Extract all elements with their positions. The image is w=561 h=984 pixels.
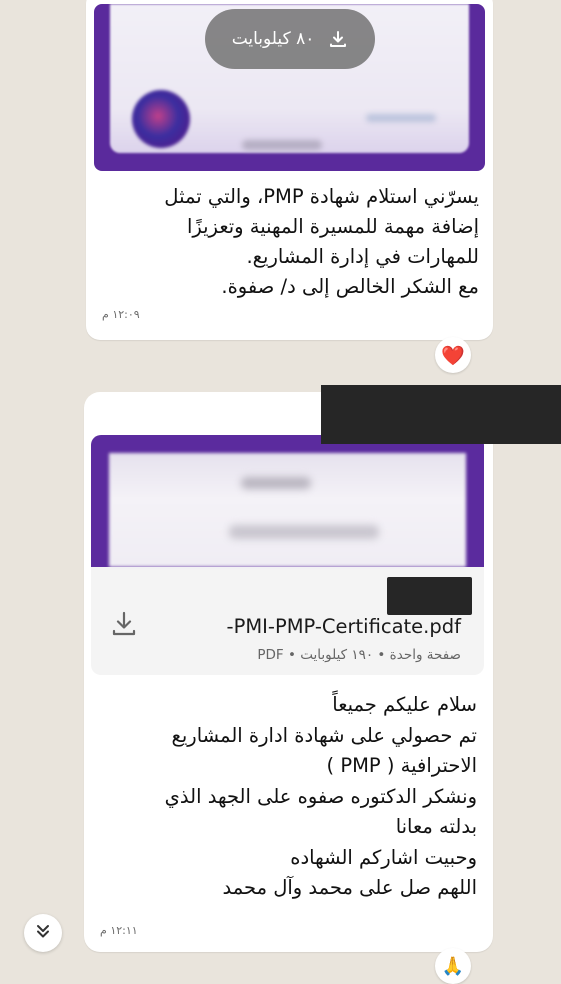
scroll-to-bottom-button[interactable] [24, 914, 62, 952]
document-file-name: -PMI-PMP-Certificate.pdf [226, 615, 461, 638]
message-line: للمهارات في إدارة المشاريع. [246, 245, 479, 268]
message-line: تم حصولي على شهادة ادارة المشاريع [171, 723, 478, 747]
document-meta: صفحة واحدة • ١٩٠ كيلوبايت • PDF [257, 647, 461, 663]
message-line: اللهم صل على محمد وآل محمد [222, 876, 477, 899]
double-chevron-down-icon [34, 922, 52, 944]
message-time: ١٢:١١ م [100, 924, 138, 937]
message-bubble-document[interactable]: -PMI-PMP-Certificate.pdf صفحة واحدة • ١٩… [84, 392, 493, 952]
redaction-block [321, 385, 561, 444]
message-text: يسرّني استلام شهادة PMP، والتي تمثل إضاف… [99, 182, 479, 302]
message-line: إضافة مهمة للمسيرة المهنية وتعزيزًا [186, 215, 479, 238]
document-thumbnail[interactable] [91, 435, 484, 567]
document-card[interactable]: -PMI-PMP-Certificate.pdf صفحة واحدة • ١٩… [91, 435, 484, 675]
message-line: مع الشكر الخالص إلى د/ صفوة. [221, 275, 479, 298]
message-line: سلام عليكم جميعاً [332, 693, 477, 716]
certificate-logo [132, 90, 190, 148]
message-line: ونشكر الدكتوره صفوه على الجهد الذي [164, 784, 477, 808]
download-icon[interactable] [108, 608, 140, 640]
message-line: الاحترافية ( PMP ) [326, 754, 477, 777]
message-line: بدلته معانا [395, 815, 477, 838]
message-text: سلام عليكم جميعاً تم حصولي على شهادة ادا… [92, 690, 477, 904]
image-download-button[interactable]: ٨٠ كيلوبايت [205, 9, 375, 69]
message-line: وحبيت اشاركم الشهاده [290, 845, 477, 869]
redaction-block [387, 577, 472, 615]
heart-reaction[interactable]: ❤️ [435, 337, 471, 373]
message-time: ١٢:٠٩ م [102, 308, 140, 321]
download-size: ٨٠ كيلوبايت [231, 29, 315, 49]
pray-reaction[interactable]: 🙏 [435, 948, 471, 984]
message-line: يسرّني استلام شهادة PMP، والتي تمثل [164, 185, 479, 208]
download-icon [328, 29, 348, 49]
